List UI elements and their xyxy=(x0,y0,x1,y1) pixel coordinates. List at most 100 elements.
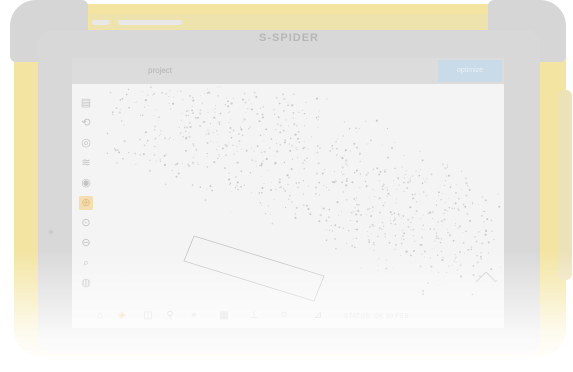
cloud-point xyxy=(283,141,286,144)
cloud-point xyxy=(331,230,334,232)
cloud-point xyxy=(341,181,343,184)
camera-icon[interactable]: ◫ xyxy=(142,310,154,322)
grid-icon[interactable]: ▦ xyxy=(218,310,230,322)
cloud-point xyxy=(265,157,268,161)
layers-stack-icon[interactable]: ≋ xyxy=(79,156,93,170)
cloud-point xyxy=(233,153,235,155)
cloud-point xyxy=(483,221,485,223)
cloud-point xyxy=(241,134,244,136)
cloud-point xyxy=(216,134,219,136)
cloud-point xyxy=(317,115,320,118)
cloud-point xyxy=(422,224,425,226)
cloud-point xyxy=(440,198,442,201)
cloud-point xyxy=(239,185,241,187)
marker-icon[interactable]: ⚲ xyxy=(164,310,176,322)
cloud-point xyxy=(191,96,194,99)
location-icon[interactable]: ◍ xyxy=(79,276,93,290)
cloud-point xyxy=(250,108,254,111)
cloud-point xyxy=(414,240,416,242)
cloud-point xyxy=(224,167,226,169)
cloud-point xyxy=(325,229,327,231)
cloud-point xyxy=(321,172,324,175)
cloud-point xyxy=(459,251,461,253)
chart-icon[interactable]: ⊿ xyxy=(312,310,324,322)
cloud-point xyxy=(472,265,475,267)
cloud-point xyxy=(230,102,233,105)
cloud-point xyxy=(234,187,237,189)
cloud-point xyxy=(393,220,395,222)
cloud-point xyxy=(435,204,438,206)
cloud-point xyxy=(261,186,263,188)
cloud-point xyxy=(423,177,425,180)
cloud-point xyxy=(227,100,229,103)
cloud-point xyxy=(243,117,245,119)
point-cloud-viewport[interactable] xyxy=(104,86,502,306)
home-icon[interactable]: ⌂ xyxy=(94,310,106,322)
cloud-point xyxy=(440,220,443,223)
cloud-point xyxy=(216,141,218,143)
cloud-point xyxy=(260,176,262,178)
cloud-point xyxy=(201,102,203,104)
level-icon[interactable]: ⊥ xyxy=(248,310,260,322)
optimize-button[interactable]: optimize xyxy=(438,60,502,82)
layers-icon[interactable]: ▤ xyxy=(79,96,93,110)
target-icon[interactable]: ⌖ xyxy=(188,310,200,322)
cloud-point xyxy=(297,137,299,140)
cloud-point xyxy=(365,173,368,176)
zoom-in-icon[interactable]: ⊙ xyxy=(79,216,93,230)
cloud-point xyxy=(298,141,300,143)
cloud-point xyxy=(443,208,447,212)
tag-icon[interactable]: ⌑ xyxy=(278,310,290,322)
cloud-point xyxy=(439,284,441,286)
measure-icon[interactable]: ⊕ xyxy=(79,196,93,210)
cloud-point xyxy=(205,133,208,135)
cloud-point xyxy=(378,229,380,231)
zoom-out-icon[interactable]: ⊖ xyxy=(79,236,93,250)
cloud-point xyxy=(240,148,242,150)
cloud-point xyxy=(378,173,381,176)
volume-button[interactable] xyxy=(118,20,182,25)
cloud-point xyxy=(382,183,385,186)
cloud-point xyxy=(217,157,219,159)
power-button[interactable] xyxy=(92,20,110,25)
cloud-point xyxy=(434,240,436,243)
cloud-point xyxy=(491,230,494,233)
cloud-point xyxy=(370,215,373,217)
cloud-point xyxy=(402,222,405,224)
cloud-point xyxy=(258,120,261,123)
cloud-point xyxy=(382,204,385,207)
cloud-point xyxy=(276,143,278,144)
cloud-point xyxy=(325,186,328,188)
cloud-point xyxy=(169,90,171,92)
cloud-point xyxy=(128,151,130,154)
cloud-point xyxy=(125,93,128,96)
cloud-point xyxy=(180,119,182,121)
cloud-point xyxy=(358,152,362,155)
cloud-point xyxy=(291,201,293,203)
cloud-point xyxy=(297,186,299,189)
cloud-point xyxy=(327,216,330,219)
cloud-point xyxy=(228,172,230,175)
cloud-point xyxy=(397,213,400,216)
cloud-point xyxy=(449,186,452,189)
cloud-point xyxy=(476,254,478,257)
cloud-point xyxy=(282,129,285,132)
cloud-point xyxy=(292,93,295,96)
rotate-icon[interactable]: ⟲ xyxy=(79,116,93,130)
cloud-point xyxy=(335,248,337,250)
cloud-point xyxy=(497,193,499,195)
cloud-point xyxy=(330,224,332,226)
cloud-point xyxy=(209,185,212,188)
cloud-point xyxy=(225,145,228,148)
cloud-point xyxy=(398,184,400,186)
cloud-point xyxy=(275,128,277,130)
cloud-point xyxy=(400,255,402,257)
compass-icon[interactable]: ◉ xyxy=(79,176,93,190)
cloud-point xyxy=(136,101,138,103)
cloud-point xyxy=(274,161,277,164)
cloud-point xyxy=(283,97,286,101)
cloud-point xyxy=(247,107,249,110)
zoom-fit-icon[interactable]: ⌕ xyxy=(79,256,93,270)
scan-icon[interactable]: ◈ xyxy=(116,310,128,322)
orbit-icon[interactable]: ◎ xyxy=(79,136,93,150)
